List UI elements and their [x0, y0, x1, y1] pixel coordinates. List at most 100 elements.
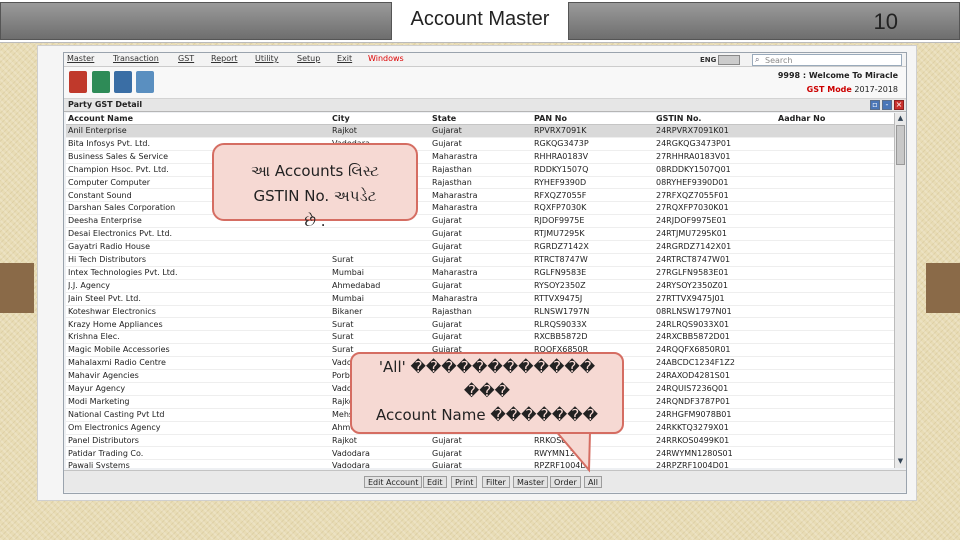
- menu-exit[interactable]: Exit: [337, 54, 352, 63]
- order-button[interactable]: Order: [550, 476, 581, 488]
- cell-gstin-no: 27RTTVX9475J01: [656, 293, 725, 303]
- menu-utility[interactable]: Utility: [255, 54, 279, 63]
- cell-pan-no: RRKOS0499K: [534, 435, 587, 445]
- table-row[interactable]: Darshan Sales Corporation Maharastra RQXFP…: [66, 202, 894, 216]
- table-row[interactable]: Koteshwar Electronics Bikaner Rajasthan RLN…: [66, 306, 894, 319]
- cell-pan-no: RYHEF9390D: [534, 177, 587, 187]
- edit-button[interactable]: Edit: [423, 476, 447, 488]
- menu-bar: Master Transaction GST Report Utility Se…: [64, 53, 906, 67]
- all-button[interactable]: All: [584, 476, 602, 488]
- language-indicator[interactable]: ENG: [700, 56, 716, 64]
- col-pan-no[interactable]: PAN No: [534, 114, 567, 123]
- search-placeholder: Search: [765, 56, 793, 65]
- table-row[interactable]: Computer Computer Rajasthan RYHEF9390D 08RY…: [66, 177, 894, 190]
- table-row[interactable]: Jain Steel Pvt. Ltd. Mumbai Maharastra RTTV…: [66, 293, 894, 306]
- table-row[interactable]: Anil Enterprise Rajkot Gujarat RPVRX7091K 24…: [66, 125, 894, 138]
- cell-state: Maharastra: [432, 203, 478, 213]
- table-row[interactable]: Hi Tech Distributors Surat Gujarat RTRCT874…: [66, 254, 894, 267]
- cell-pan-no: RFXQZ7055F: [534, 190, 587, 200]
- cell-pan-no: RPVRX7091K: [534, 126, 587, 135]
- search-input[interactable]: ⌕ Search: [752, 54, 902, 66]
- menu-report[interactable]: Report: [211, 54, 238, 63]
- menu-transaction[interactable]: Transaction: [113, 54, 159, 63]
- table-row[interactable]: J.J. Agency Ahmedabad Gujarat RYSOY2350Z 24R…: [66, 280, 894, 293]
- restore-icon[interactable]: ▫: [870, 100, 880, 110]
- col-gstin-no[interactable]: GSTIN No.: [656, 114, 701, 123]
- cell-gstin-no: 24RHGFM9078B01: [656, 409, 732, 419]
- cell-account-name: Pawali Systems: [68, 461, 130, 468]
- table-row[interactable]: Business Sales & Service Maharastra RHHRA0…: [66, 151, 894, 164]
- col-state[interactable]: State: [432, 114, 456, 123]
- cell-gstin-no: 08RLNSW1797N01: [656, 306, 732, 316]
- col-account-name[interactable]: Account Name: [68, 114, 133, 123]
- cell-state: Maharastra: [432, 151, 478, 161]
- cell-state: Gujarat: [432, 255, 462, 264]
- cell-city: Bikaner: [332, 306, 363, 316]
- table-row[interactable]: Champion Hsoc. Pvt. Ltd. Rajasthan RDDKY15…: [66, 164, 894, 177]
- cell-city: Vadodara: [332, 461, 370, 468]
- table-row[interactable]: Gayatri Radio House Gujarat RGRDZ7142X 24RG…: [66, 241, 894, 254]
- menu-setup[interactable]: Setup: [297, 54, 320, 63]
- cell-pan-no: RGKQG3473P: [534, 138, 589, 148]
- grid-header: Account Name City State PAN No GSTIN No.…: [66, 113, 894, 125]
- cell-state: Gujarat: [432, 448, 462, 458]
- table-row[interactable]: Patidar Trading Co. Vadodara Gujarat RWYMN1…: [66, 448, 894, 461]
- menu-windows[interactable]: Windows: [368, 54, 404, 63]
- documents-icon[interactable]: [136, 71, 154, 93]
- close-icon[interactable]: ×: [894, 100, 904, 110]
- cell-account-name: Patidar Trading Co.: [68, 448, 144, 458]
- grid-title-bar: Party GST Detail ▫ - ×: [64, 99, 906, 112]
- cell-account-name: J.J. Agency: [68, 280, 111, 290]
- scroll-thumb[interactable]: [896, 125, 905, 165]
- col-city[interactable]: City: [332, 114, 350, 123]
- filter-button[interactable]: Filter: [482, 476, 510, 488]
- minimize-icon[interactable]: -: [882, 100, 892, 110]
- book-icon[interactable]: [69, 71, 87, 93]
- cell-state: Rajasthan: [432, 177, 472, 187]
- keyboard-icon[interactable]: [718, 55, 740, 65]
- table-row[interactable]: Panel Distributors Rajkot Gujarat RRKOS0499…: [66, 435, 894, 448]
- col-aadhar-no[interactable]: Aadhar No: [778, 114, 825, 123]
- cell-gstin-no: 24RKKTQ3279X01: [656, 422, 729, 432]
- table-row[interactable]: Bita Infosys Pvt. Ltd.VadodaraGujaratRGK…: [66, 138, 894, 151]
- cell-account-name: Om Electronics Agency: [68, 422, 161, 432]
- grid-title: Party GST Detail: [68, 100, 143, 109]
- callout-all-button-text: 'All' ������������ ��� Account Name ����…: [375, 358, 599, 424]
- table-row[interactable]: Intex Technologies Pvt. Ltd. Mumbai Mahara…: [66, 267, 894, 280]
- cell-pan-no: RGRDZ7142X: [534, 242, 589, 252]
- master-button[interactable]: Master: [513, 476, 549, 488]
- cell-gstin-no: 24RRKOS0499K01: [656, 435, 730, 445]
- cell-state: Gujarat: [432, 319, 462, 329]
- table-row[interactable]: Krishna Elec. Surat Gujarat RXCBB5872D 24RXC…: [66, 331, 894, 345]
- menu-master[interactable]: Master: [67, 54, 94, 63]
- edit-account-button[interactable]: Edit Account: [364, 476, 423, 488]
- scroll-down-icon[interactable]: ▼: [896, 457, 905, 467]
- menu-gst[interactable]: GST: [178, 54, 194, 63]
- cell-gstin-no: 24RPVRX7091K01: [656, 126, 729, 135]
- hourglass-icon[interactable]: [114, 71, 132, 93]
- cell-gstin-no: 27RGLFN9583E01: [656, 267, 729, 277]
- cell-pan-no: RYSOY2350Z: [534, 280, 586, 290]
- print-button[interactable]: Print: [451, 476, 478, 488]
- cell-state: Gujarat: [432, 332, 462, 342]
- cell-gstin-no: 24RTJMU7295K01: [656, 229, 727, 239]
- table-row[interactable]: Pawali Systems Vadodara Gujarat RPZRF1004D 2…: [66, 460, 894, 468]
- cell-account-name: Intex Technologies Pvt. Ltd.: [68, 267, 178, 277]
- cell-gstin-no: 24RPZRF1004D01: [656, 461, 729, 468]
- title-bar-right-tab: [568, 2, 960, 40]
- table-row[interactable]: Desai Electronics Pvt. Ltd. Gujarat RTJMU7…: [66, 228, 894, 242]
- table-row[interactable]: Constant Sound Maharastra RFXQZ7055F 27RFXQ…: [66, 190, 894, 203]
- cell-account-name: Gayatri Radio House: [68, 242, 151, 252]
- table-row[interactable]: Krazy Home Appliances Surat Gujarat RLRQS90…: [66, 319, 894, 332]
- scroll-up-icon[interactable]: ▲: [896, 114, 905, 124]
- cell-account-name: National Casting Pvt Ltd: [68, 409, 165, 419]
- cell-city: Vadodara: [332, 448, 370, 458]
- table-row[interactable]: Deesha Enterprise Gujarat RJDOF9975E 24RJDO…: [66, 215, 894, 229]
- title-bar-left-tab: [0, 2, 392, 40]
- toolbar: 9998 : Welcome To Miracle GST Mode 2017-…: [64, 67, 906, 99]
- financial-year: 2017-2018: [854, 85, 898, 94]
- chart-icon[interactable]: [92, 71, 110, 93]
- right-band: [926, 263, 960, 313]
- cell-state: Maharastra: [432, 267, 478, 277]
- vertical-scrollbar[interactable]: ▲ ▼: [894, 113, 906, 468]
